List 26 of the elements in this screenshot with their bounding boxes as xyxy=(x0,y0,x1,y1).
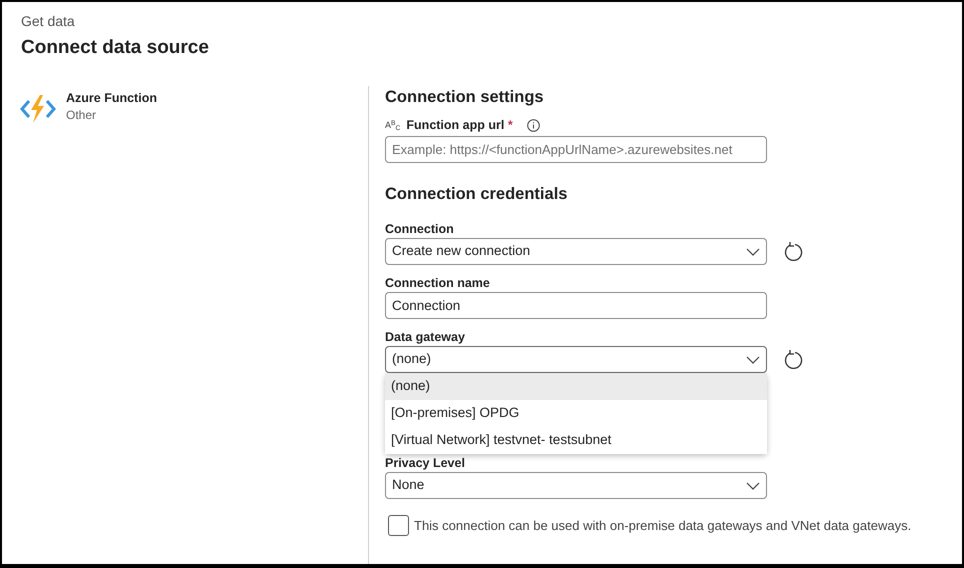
dropdown-option[interactable]: [Virtual Network] testvnet- testsubnet xyxy=(385,427,767,454)
breadcrumb: Get data xyxy=(21,12,76,30)
dropdown[interactable]: Create new connection xyxy=(385,238,767,265)
lightning-code-icon xyxy=(20,93,56,125)
url-field[interactable]: Example: https://<functionAppUrlName>.azurewebsites.net xyxy=(385,136,767,163)
chevron-down-icon xyxy=(746,482,760,490)
dropdown-option[interactable]: (none) xyxy=(385,373,767,400)
text-field[interactable]: Connection xyxy=(385,292,767,319)
field-label: Privacy Level xyxy=(385,455,466,471)
checkbox[interactable] xyxy=(388,515,409,536)
source-name: Azure Function xyxy=(66,90,157,107)
field-label: Connection name xyxy=(385,275,491,291)
section-heading: Connection credentials xyxy=(385,184,568,205)
section-heading: Connection settings xyxy=(385,87,545,108)
dropdown[interactable]: None xyxy=(385,472,767,499)
field-label: Connection xyxy=(385,221,455,237)
info-icon[interactable] xyxy=(526,118,540,132)
page-title: Connect data source xyxy=(21,36,210,60)
dropdown[interactable]: (none) xyxy=(385,346,767,373)
checkbox-label: This connection can be used with on-premise data gateways and VNet data gateways. xyxy=(414,516,912,535)
chevron-down-icon xyxy=(746,356,760,364)
field-label: Function app url * xyxy=(406,117,513,133)
chevron-down-icon xyxy=(746,248,760,256)
field-label: Data gateway xyxy=(385,329,466,345)
dropdown-option[interactable]: [On-premises] OPDG xyxy=(385,400,767,427)
source-category: Other xyxy=(66,107,98,124)
